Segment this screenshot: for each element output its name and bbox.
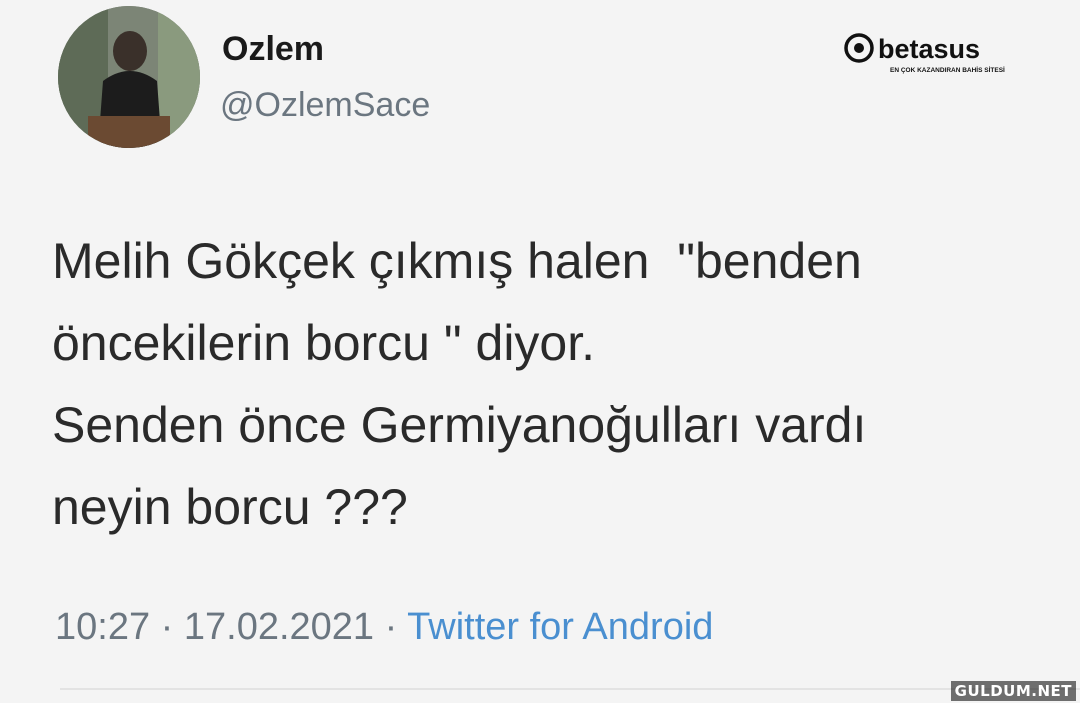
tweet-text: Melih Gökçek çıkmış halen "benden önceki…: [52, 220, 1052, 548]
author-handle[interactable]: @OzlemSace: [220, 86, 430, 125]
logo-text: betasus: [878, 34, 980, 64]
tweet-date[interactable]: 17.02.2021: [184, 606, 374, 648]
tweet-text-line: öncekilerin borcu " diyor.: [52, 315, 596, 371]
betasus-logo-icon: betasus EN ÇOK KAZANDIRAN BAHİS SİTESİ: [844, 33, 1005, 74]
tweet-source-link[interactable]: Twitter for Android: [407, 606, 713, 648]
tweet-meta: 10:27 · 17.02.2021 · Twitter for Android: [55, 606, 713, 649]
logo-tagline: EN ÇOK KAZANDIRAN BAHİS SİTESİ: [890, 66, 1005, 74]
tweet-time[interactable]: 10:27: [55, 606, 150, 648]
divider: [60, 688, 1080, 690]
meta-separator: ·: [150, 606, 184, 648]
avatar[interactable]: [58, 6, 200, 148]
site-watermark: GULDUM.NET: [950, 681, 1076, 701]
author-name[interactable]: Ozlem: [222, 30, 324, 69]
avatar-photo-icon: [58, 6, 200, 148]
meta-separator: ·: [374, 606, 408, 648]
tweet-text-line: Senden önce Germiyanoğulları vardı: [52, 397, 867, 453]
tweet-text-line: Melih Gökçek çıkmış halen "benden: [52, 233, 862, 289]
tweet-text-line: neyin borcu ???: [52, 479, 408, 535]
